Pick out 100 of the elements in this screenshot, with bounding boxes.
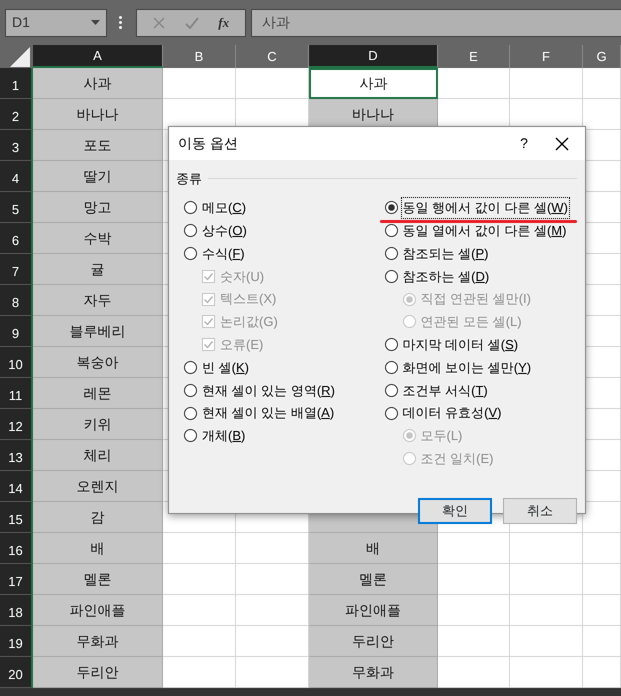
table-cell[interactable]: 포도 bbox=[33, 130, 163, 161]
table-cell[interactable]: 무화과 bbox=[33, 626, 163, 657]
help-button[interactable]: ? bbox=[509, 133, 539, 154]
empty-cell[interactable] bbox=[583, 440, 621, 471]
check-icon[interactable] bbox=[184, 16, 199, 28]
radio-button[interactable] bbox=[384, 360, 398, 374]
table-cell[interactable]: 사과 bbox=[33, 68, 163, 99]
table-cell[interactable]: 배 bbox=[33, 533, 163, 564]
radio-button[interactable] bbox=[184, 246, 197, 260]
table-cell[interactable]: 감 bbox=[33, 502, 163, 533]
name-box[interactable]: D1 bbox=[5, 8, 107, 36]
table-cell[interactable]: 딸기 bbox=[33, 161, 163, 192]
row-header[interactable]: 13 bbox=[0, 440, 33, 471]
option-label[interactable]: 동일 열에서 값이 다른 셀(M) bbox=[402, 220, 568, 240]
empty-cell[interactable] bbox=[583, 316, 621, 347]
table-cell[interactable]: 블루베리 bbox=[33, 316, 163, 347]
option-label[interactable]: 조건부 서식(T) bbox=[402, 380, 489, 400]
row-header[interactable]: 1 bbox=[0, 68, 33, 99]
row-header[interactable]: 7 bbox=[0, 254, 33, 285]
option-label[interactable]: 현재 셀이 있는 배열(A) bbox=[201, 403, 336, 423]
radio-button[interactable] bbox=[184, 224, 197, 238]
table-cell[interactable]: 귤 bbox=[33, 254, 163, 285]
column-header[interactable]: A bbox=[33, 45, 163, 68]
column-header[interactable]: G bbox=[583, 45, 621, 68]
table-cell[interactable]: 파인애플 bbox=[33, 595, 163, 626]
option-label[interactable]: 마지막 데이터 셀(S) bbox=[402, 334, 520, 354]
empty-cell[interactable] bbox=[583, 130, 621, 161]
option-label[interactable]: 데이터 유효성(V) bbox=[402, 403, 502, 423]
empty-cell[interactable] bbox=[583, 378, 621, 409]
row-header[interactable]: 8 bbox=[0, 285, 33, 316]
cancel-icon[interactable] bbox=[152, 16, 165, 28]
option-label[interactable]: 메모(C) bbox=[201, 198, 248, 218]
column-header[interactable]: E bbox=[438, 45, 510, 68]
row-header[interactable]: 2 bbox=[0, 99, 33, 130]
radio-button[interactable] bbox=[384, 406, 398, 420]
option-label[interactable]: 현재 셀이 있는 영역(R) bbox=[201, 380, 336, 400]
option-label[interactable]: 상수(O) bbox=[201, 220, 248, 240]
option-label[interactable]: 수식(F) bbox=[201, 244, 246, 264]
insert-function-button[interactable]: fx bbox=[218, 12, 230, 32]
row-header[interactable]: 6 bbox=[0, 223, 33, 254]
row-header[interactable]: 11 bbox=[0, 378, 33, 409]
dialog-button[interactable]: 확인 bbox=[418, 498, 492, 524]
option-label[interactable]: 개체(B) bbox=[201, 426, 246, 446]
table-cell[interactable]: 수박 bbox=[33, 223, 163, 254]
radio-button[interactable] bbox=[184, 360, 197, 374]
table-cell[interactable]: 파인애플 bbox=[309, 595, 438, 626]
empty-cell[interactable] bbox=[583, 161, 621, 192]
table-cell[interactable]: 오렌지 bbox=[33, 471, 163, 502]
row-header[interactable]: 10 bbox=[0, 347, 33, 378]
table-cell[interactable]: 멜론 bbox=[33, 564, 163, 595]
row-header[interactable]: 17 bbox=[0, 564, 33, 595]
empty-cell[interactable] bbox=[583, 223, 621, 254]
option-label[interactable]: 동일 행에서 값이 다른 셀(W) bbox=[402, 198, 569, 218]
dialog-button[interactable]: 취소 bbox=[503, 498, 577, 524]
column-header[interactable]: F bbox=[510, 45, 583, 68]
radio-button[interactable] bbox=[384, 338, 398, 352]
option-label[interactable]: 화면에 보이는 셀만(Y) bbox=[402, 358, 532, 378]
column-header[interactable]: D bbox=[309, 45, 438, 68]
table-cell[interactable]: 두리안 bbox=[309, 626, 438, 657]
empty-cell[interactable] bbox=[583, 285, 621, 316]
row-header[interactable]: 19 bbox=[0, 626, 33, 657]
radio-button[interactable] bbox=[384, 201, 398, 214]
empty-cell[interactable] bbox=[583, 254, 621, 285]
radio-button[interactable] bbox=[184, 201, 197, 214]
option-label[interactable]: 참조하는 셀(D) bbox=[402, 266, 490, 286]
row-header[interactable]: 3 bbox=[0, 130, 33, 161]
column-header[interactable]: B bbox=[163, 45, 236, 68]
table-cell[interactable]: 사과 bbox=[309, 68, 438, 99]
row-header[interactable]: 9 bbox=[0, 316, 33, 347]
table-cell[interactable]: 두리안 bbox=[33, 657, 163, 688]
radio-button[interactable] bbox=[384, 246, 398, 260]
radio-button[interactable] bbox=[384, 224, 398, 238]
radio-button[interactable] bbox=[184, 384, 197, 397]
table-cell[interactable]: 바나나 bbox=[33, 99, 163, 130]
row-header[interactable]: 15 bbox=[0, 502, 33, 533]
table-cell[interactable]: 자두 bbox=[33, 285, 163, 316]
empty-cell[interactable] bbox=[583, 347, 621, 378]
radio-button[interactable] bbox=[384, 270, 398, 283]
row-header[interactable]: 12 bbox=[0, 409, 33, 440]
more-icon[interactable] bbox=[119, 16, 122, 29]
dropdown-caret-icon[interactable] bbox=[91, 20, 100, 25]
row-header[interactable]: 18 bbox=[0, 595, 33, 626]
row-header[interactable]: 16 bbox=[0, 533, 33, 564]
formula-field[interactable]: 사과 bbox=[251, 8, 621, 36]
table-cell[interactable]: 망고 bbox=[33, 192, 163, 223]
table-cell[interactable]: 레몬 bbox=[33, 378, 163, 409]
option-label[interactable]: 빈 셀(K) bbox=[201, 358, 250, 378]
empty-cell[interactable] bbox=[583, 471, 621, 502]
radio-button[interactable] bbox=[384, 384, 398, 397]
close-icon[interactable] bbox=[555, 136, 569, 150]
row-header[interactable]: 14 bbox=[0, 471, 33, 502]
column-header[interactable]: C bbox=[236, 45, 309, 68]
row-header[interactable]: 20 bbox=[0, 657, 33, 688]
row-header[interactable]: 4 bbox=[0, 161, 33, 192]
radio-button[interactable] bbox=[184, 406, 197, 420]
table-cell[interactable]: 무화과 bbox=[309, 657, 438, 688]
table-cell[interactable]: 배 bbox=[309, 533, 438, 564]
option-label[interactable]: 참조되는 셀(P) bbox=[402, 244, 490, 264]
table-cell[interactable]: 체리 bbox=[33, 440, 163, 471]
empty-cell[interactable] bbox=[583, 409, 621, 440]
